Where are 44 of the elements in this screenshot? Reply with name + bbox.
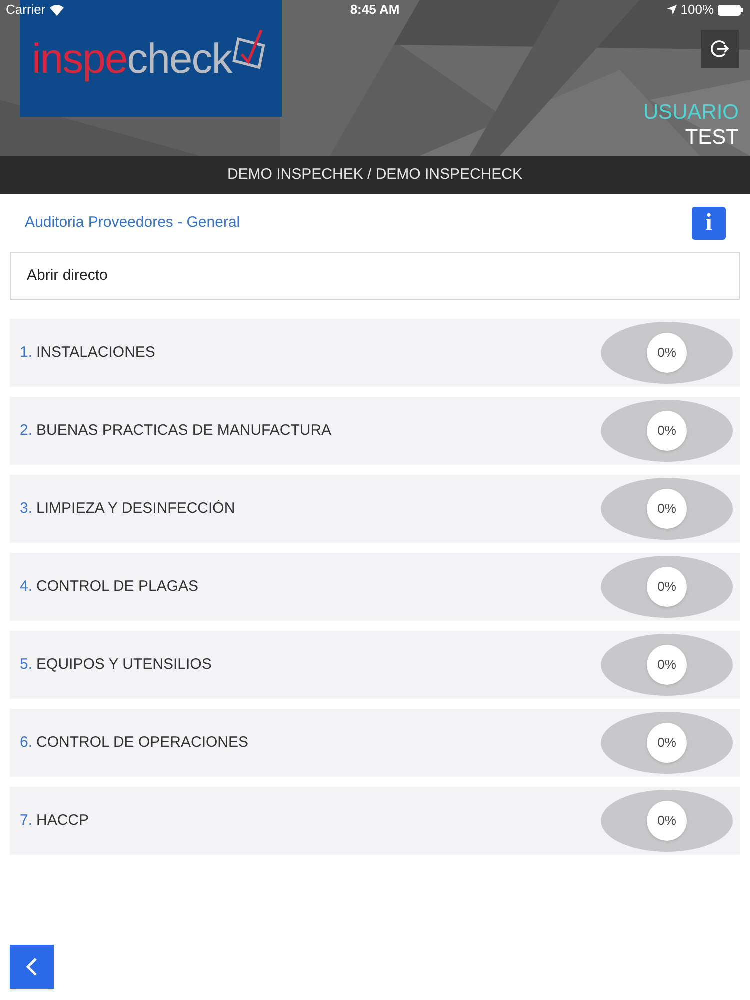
section-name: INSTALACIONES — [36, 342, 156, 363]
audit-title: Auditoria Proveedores - General — [25, 212, 240, 233]
open-direct-button[interactable]: Abrir directo — [10, 252, 740, 300]
section-row[interactable]: 3. LIMPIEZA Y DESINFECCIÓN 0% — [10, 475, 740, 543]
section-name: LIMPIEZA Y DESINFECCIÓN — [36, 498, 236, 519]
section-number: 6. — [20, 732, 33, 753]
progress-percentage: 0% — [647, 567, 687, 607]
clock: 8:45 AM — [350, 1, 400, 20]
progress-percentage: 0% — [647, 645, 687, 685]
progress-percentage: 0% — [647, 723, 687, 763]
battery-icon — [718, 4, 744, 16]
back-button[interactable] — [10, 945, 54, 989]
battery-percentage: 100% — [680, 1, 714, 20]
user-name: TEST — [685, 125, 739, 150]
section-number: 2. — [20, 420, 33, 441]
progress-percentage: 0% — [647, 411, 687, 451]
section-number: 4. — [20, 576, 33, 597]
section-row[interactable]: 5. EQUIPOS Y UTENSILIOS 0% — [10, 631, 740, 699]
section-row[interactable]: 6. CONTROL DE OPERACIONES 0% — [10, 709, 740, 777]
logout-button[interactable] — [701, 30, 739, 68]
section-name: EQUIPOS Y UTENSILIOS — [36, 654, 212, 675]
info-button[interactable]: i — [692, 206, 726, 240]
section-name: CONTROL DE OPERACIONES — [36, 732, 248, 753]
company-title: DEMO INSPECHEK / DEMO INSPECHECK — [227, 164, 523, 185]
section-name: CONTROL DE PLAGAS — [36, 576, 198, 597]
section-number: 7. — [20, 810, 33, 831]
progress-percentage: 0% — [647, 801, 687, 841]
wifi-icon — [50, 4, 64, 16]
section-row[interactable]: 4. CONTROL DE PLAGAS 0% — [10, 553, 740, 621]
section-number: 5. — [20, 654, 33, 675]
section-name: HACCP — [36, 810, 90, 831]
chevron-left-icon — [25, 957, 39, 977]
progress-percentage: 0% — [647, 489, 687, 529]
section-row[interactable]: 1. INSTALACIONES 0% — [10, 319, 740, 387]
section-row[interactable]: 2. BUENAS PRACTICAS DE MANUFACTURA 0% — [10, 397, 740, 465]
section-name: BUENAS PRACTICAS DE MANUFACTURA — [36, 420, 332, 441]
location-arrow-icon — [666, 5, 677, 15]
logout-icon — [710, 39, 730, 59]
carrier-label: Carrier — [6, 1, 46, 20]
progress-percentage: 0% — [647, 333, 687, 373]
user-label: USUARIO — [643, 100, 739, 125]
section-number: 3. — [20, 498, 33, 519]
section-row[interactable]: 7. HACCP 0% — [10, 787, 740, 855]
section-number: 1. — [20, 342, 33, 363]
